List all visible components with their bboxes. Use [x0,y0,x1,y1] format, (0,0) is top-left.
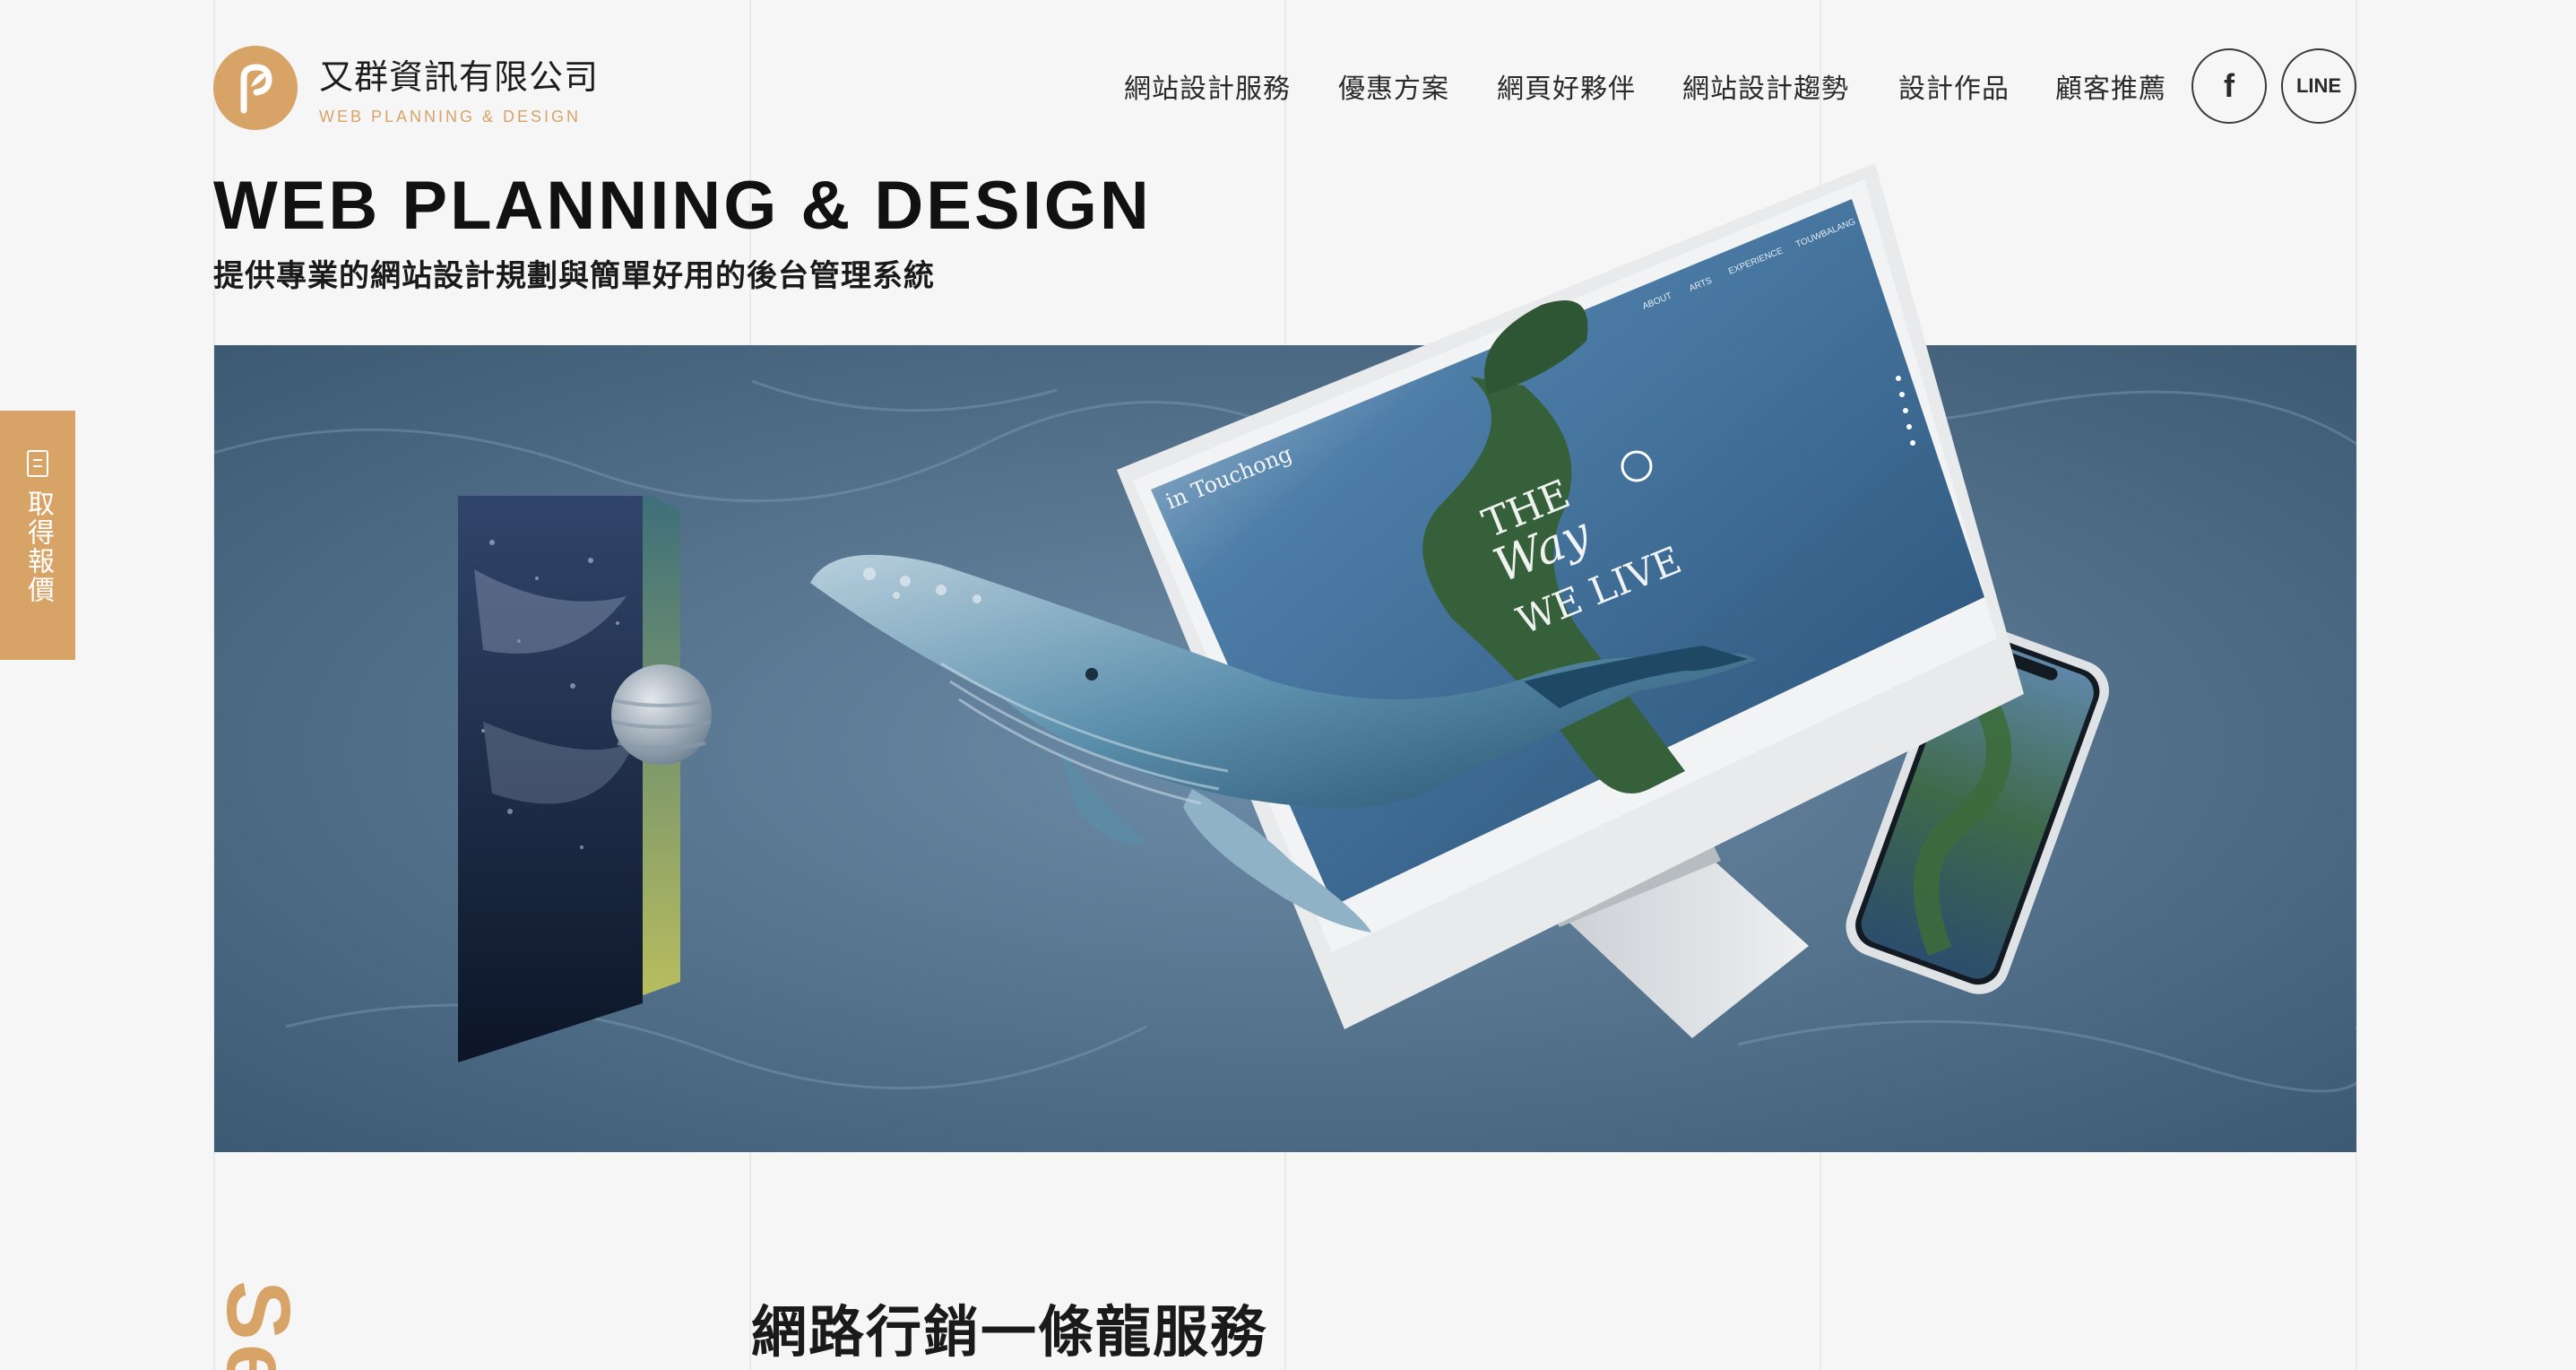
line-button[interactable]: LINE [2281,48,2356,124]
nav-item-testimonials[interactable]: 顧客推薦 [2055,66,2166,106]
section-vertical-word: Se [208,1280,308,1370]
get-quote-label: 取得報價 [22,490,54,604]
banner-illustration [214,345,2356,1152]
mockup-menu-arts: ARTS [1688,276,1714,294]
mockup-menu-about: ABOUT [1641,291,1673,312]
get-quote-tab[interactable]: 取得報價 [0,411,75,660]
hero-banner [214,345,2356,1152]
facebook-icon: f [2224,67,2235,104]
nav-item-portfolio[interactable]: 設計作品 [1898,66,2010,106]
mockup-menu-extra: TOUWBALANG [1794,217,1857,250]
main-nav: 網站設計服務 優惠方案 網頁好夥伴 網站設計趨勢 設計作品 顧客推薦 [0,66,2576,106]
nav-item-partners[interactable]: 網頁好夥伴 [1497,66,1636,106]
section-heading: 網路行銷一條龍服務 [751,1299,1268,1365]
mockup-menu-experience: EXPERIENCE [1727,246,1785,276]
line-label: LINE [2295,74,2342,97]
nav-item-web-design-services[interactable]: 網站設計服務 [1124,66,1291,106]
document-icon [27,450,48,477]
nav-item-promotions[interactable]: 優惠方案 [1338,66,1449,106]
nav-item-design-trends[interactable]: 網站設計趨勢 [1682,66,1849,106]
hero-title: WEB PLANNING & DESIGN [213,168,1152,244]
hero-subtitle: 提供專業的網站設計規劃與簡單好用的後台管理系統 [213,258,935,294]
brand-tagline: WEB PLANNING & DESIGN [319,108,582,126]
facebook-button[interactable]: f [2191,48,2267,124]
